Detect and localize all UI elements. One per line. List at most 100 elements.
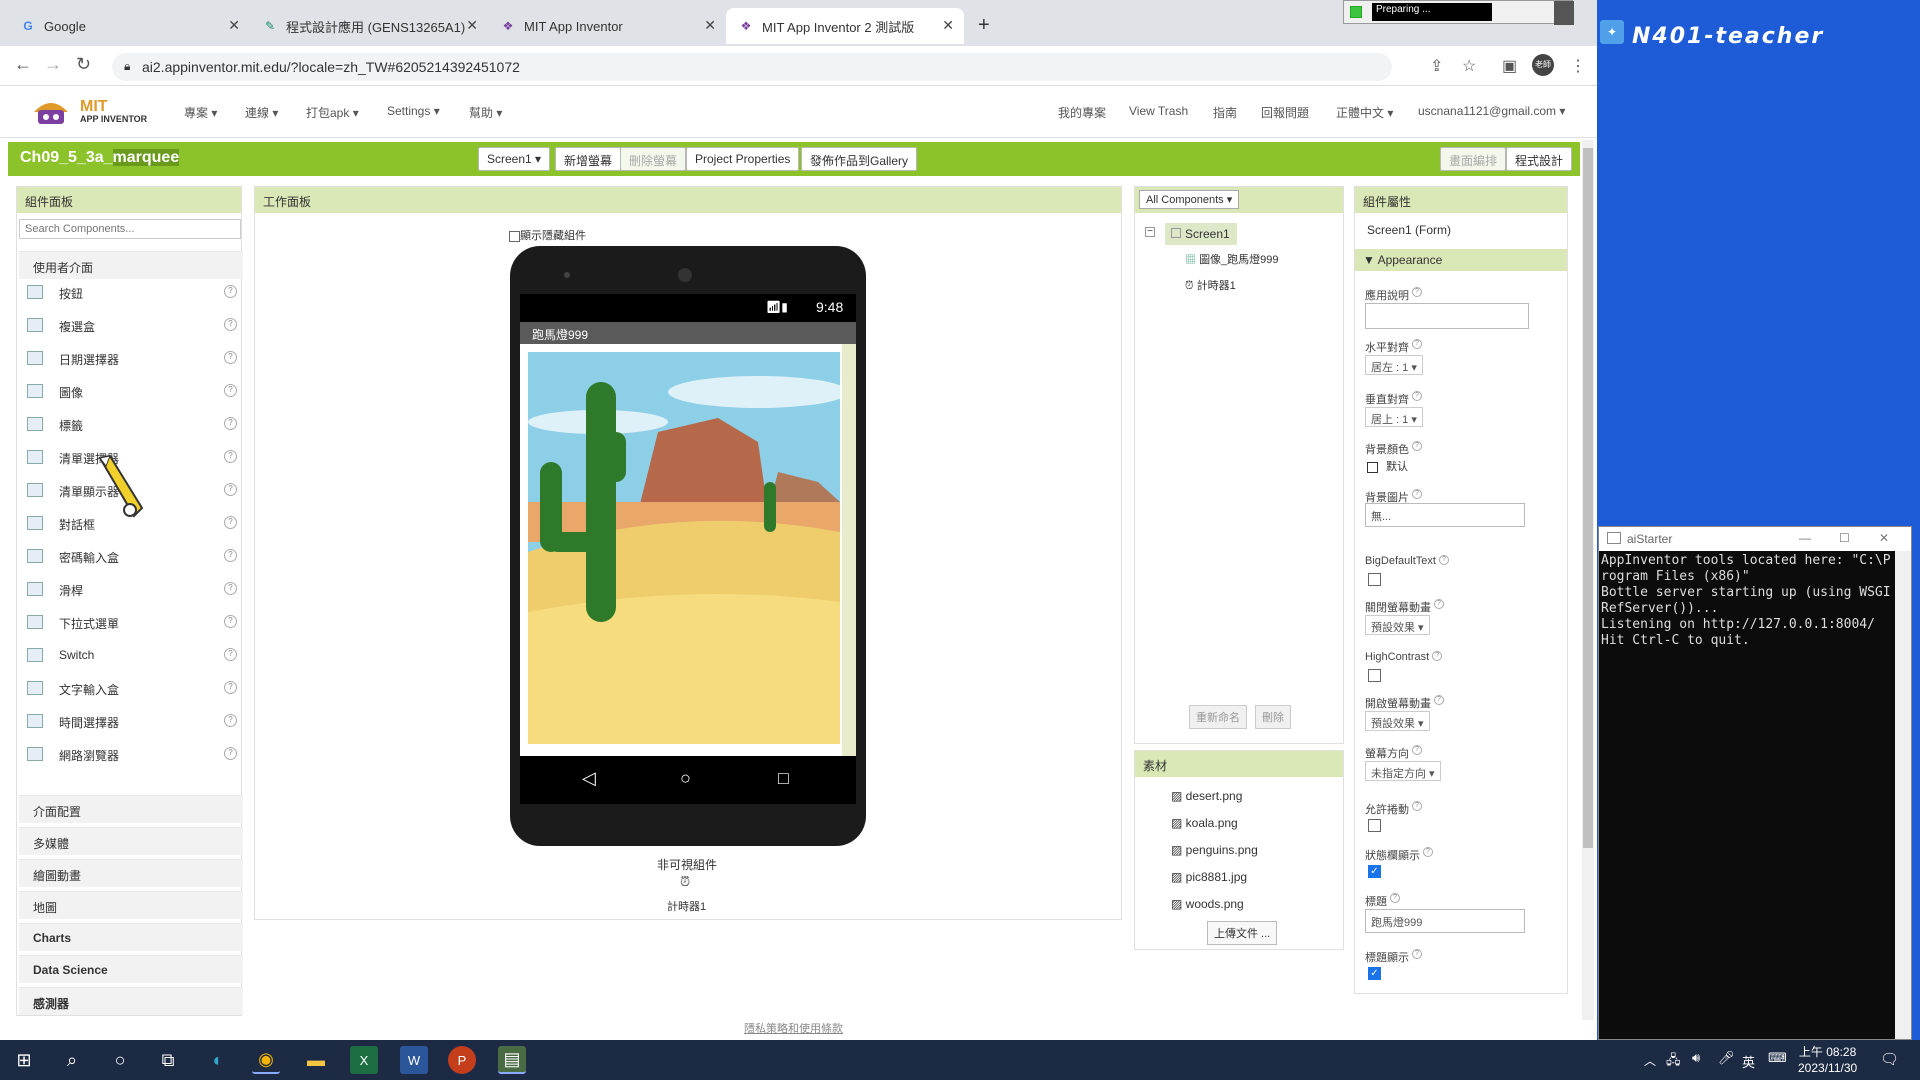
appearance-section[interactable]: ▼ Appearance: [1355, 249, 1567, 271]
tab-course[interactable]: ✎ 程式設計應用 (GENS13265A1) ✕: [250, 8, 488, 44]
close-icon[interactable]: ✕: [942, 17, 954, 34]
tab-mit-active[interactable]: ❖ MIT App Inventor 2 測試版 ✕: [726, 8, 964, 44]
network-icon[interactable]: 🖧︎: [1666, 1051, 1681, 1073]
back-icon[interactable]: ←: [14, 54, 32, 75]
word-icon[interactable]: W: [400, 1046, 428, 1074]
star-icon[interactable]: ☆: [1462, 56, 1476, 76]
palette-item[interactable]: 滑桿?: [27, 580, 237, 602]
category-user-interface[interactable]: 使用者介面: [19, 251, 243, 279]
help-icon[interactable]: ?: [224, 681, 237, 694]
statusbar-checkbox[interactable]: ✓: [1368, 865, 1381, 878]
media-file[interactable]: ▨ desert.png: [1171, 789, 1242, 803]
scroll-checkbox[interactable]: [1368, 819, 1381, 832]
publish-gallery-button[interactable]: 發佈作品到Gallery: [801, 147, 918, 171]
ime-indicator[interactable]: 英: [1742, 1052, 1755, 1071]
palette-item[interactable]: 密碼輸入盒?: [27, 547, 237, 569]
palette-item[interactable]: 複選盒?: [27, 316, 237, 338]
tree-image[interactable]: ▦ 圖像_跑馬燈999: [1185, 251, 1279, 267]
powerpoint-icon[interactable]: P: [448, 1046, 476, 1074]
help-icon[interactable]: ?: [224, 483, 237, 496]
tab-google[interactable]: G Google ✕: [8, 8, 250, 44]
palette-item[interactable]: 日期選擇器?: [27, 349, 237, 371]
console-scrollbar[interactable]: [1895, 551, 1911, 1039]
aistarter-task-icon[interactable]: ▤: [498, 1046, 526, 1074]
palette-item[interactable]: 文字輸入盒?: [27, 679, 237, 701]
palette-category[interactable]: Charts: [19, 923, 243, 951]
help-icon[interactable]: ?: [224, 747, 237, 760]
link-my-projects[interactable]: 我的專案: [1058, 104, 1106, 121]
help-icon[interactable]: ?: [224, 384, 237, 397]
remove-screen-button[interactable]: 刪除螢幕: [620, 147, 687, 171]
project-properties-button[interactable]: Project Properties: [686, 147, 800, 171]
close-icon[interactable]: ✕: [1879, 531, 1889, 545]
cortana-icon[interactable]: ○: [106, 1046, 134, 1074]
close-icon[interactable]: ✕: [228, 17, 240, 34]
blocks-button[interactable]: 程式設計: [1506, 147, 1573, 171]
menu-connect[interactable]: 連線 ▾: [245, 104, 278, 121]
task-view-icon[interactable]: ⧉: [154, 1046, 182, 1074]
upload-button[interactable]: 上傳文件 ...: [1207, 921, 1278, 945]
align-h-select[interactable]: 居左 : 1 ▾: [1365, 355, 1423, 375]
menu-icon[interactable]: ⋮: [1570, 56, 1586, 76]
windows-start-icon[interactable]: ⊞: [10, 1046, 38, 1074]
about-field[interactable]: [1365, 303, 1529, 329]
menu-project[interactable]: 專案 ▾: [184, 104, 217, 121]
menu-help[interactable]: 幫助 ▾: [469, 104, 502, 121]
palette-item[interactable]: 下拉式選單?: [27, 613, 237, 635]
palette-item[interactable]: 圖像?: [27, 382, 237, 404]
link-guide[interactable]: 指南: [1213, 104, 1237, 121]
menu-build[interactable]: 打包apk ▾: [306, 104, 359, 121]
components-select[interactable]: All Components ▾: [1139, 190, 1240, 209]
desktop-app-icon[interactable]: ✦: [1600, 20, 1624, 44]
minimize-icon[interactable]: —: [1799, 531, 1811, 545]
excel-icon[interactable]: X: [350, 1046, 378, 1074]
palette-category[interactable]: 地圖: [19, 891, 243, 919]
volume-icon[interactable]: 🔊︎: [1692, 1050, 1700, 1066]
title-field[interactable]: 跑馬燈999: [1365, 909, 1525, 933]
media-file[interactable]: ▨ pic8881.jpg: [1171, 870, 1247, 884]
help-icon[interactable]: ?: [224, 285, 237, 298]
sidepanel-icon[interactable]: ▣: [1502, 56, 1517, 76]
media-file[interactable]: ▨ woods.png: [1171, 897, 1244, 911]
help-icon[interactable]: ?: [224, 714, 237, 727]
media-file[interactable]: ▨ penguins.png: [1171, 843, 1258, 857]
app-screen[interactable]: [520, 344, 856, 756]
designer-button[interactable]: 畫面編排: [1440, 147, 1507, 171]
help-icon[interactable]: ?: [224, 549, 237, 562]
collapse-icon[interactable]: −: [1145, 227, 1155, 237]
open-anim-select[interactable]: 預設效果 ▾: [1365, 711, 1430, 731]
new-tab-button[interactable]: +: [978, 14, 990, 37]
link-view-trash[interactable]: View Trash: [1129, 104, 1188, 118]
close-icon[interactable]: ✕: [704, 17, 716, 34]
chrome-icon[interactable]: ◉: [252, 1046, 280, 1074]
add-screen-button[interactable]: 新增螢幕: [555, 147, 622, 171]
keyboard-icon[interactable]: ⌨: [1768, 1050, 1787, 1066]
privacy-link[interactable]: 隱私策略和使用條款: [744, 1020, 843, 1036]
palette-item[interactable]: 網路瀏覽器?: [27, 745, 237, 767]
palette-item[interactable]: Switch?: [27, 646, 237, 668]
notification-icon[interactable]: 🗨︎: [1880, 1050, 1899, 1068]
help-icon[interactable]: ?: [224, 417, 237, 430]
help-icon[interactable]: ?: [224, 615, 237, 628]
edge-icon[interactable]: ◐: [204, 1046, 232, 1074]
delete-button[interactable]: 刪除: [1255, 705, 1291, 729]
mit-logo-icon[interactable]: [30, 94, 72, 130]
close-anim-select[interactable]: 預設效果 ▾: [1365, 615, 1430, 635]
reload-icon[interactable]: ↻: [76, 54, 91, 75]
search-components-input[interactable]: [19, 219, 241, 239]
bgcolor-value[interactable]: 默认: [1367, 458, 1408, 474]
show-hidden-checkbox[interactable]: 顯示隱藏組件: [509, 227, 586, 243]
bigtext-checkbox[interactable]: [1368, 573, 1381, 586]
desert-image[interactable]: [528, 352, 840, 744]
forward-icon[interactable]: →: [44, 54, 62, 75]
align-v-select[interactable]: 居上 : 1 ▾: [1365, 407, 1423, 427]
palette-category[interactable]: 感測器: [19, 987, 243, 1015]
page-scrollbar[interactable]: [1582, 140, 1594, 1020]
highcontrast-checkbox[interactable]: [1368, 669, 1381, 682]
avatar[interactable]: 老師: [1532, 54, 1554, 76]
tree-screen1[interactable]: Screen1: [1165, 223, 1237, 245]
share-icon[interactable]: ⇪: [1430, 56, 1443, 76]
help-icon[interactable]: ?: [224, 516, 237, 529]
help-icon[interactable]: ?: [224, 351, 237, 364]
palette-item[interactable]: 時間選擇器?: [27, 712, 237, 734]
